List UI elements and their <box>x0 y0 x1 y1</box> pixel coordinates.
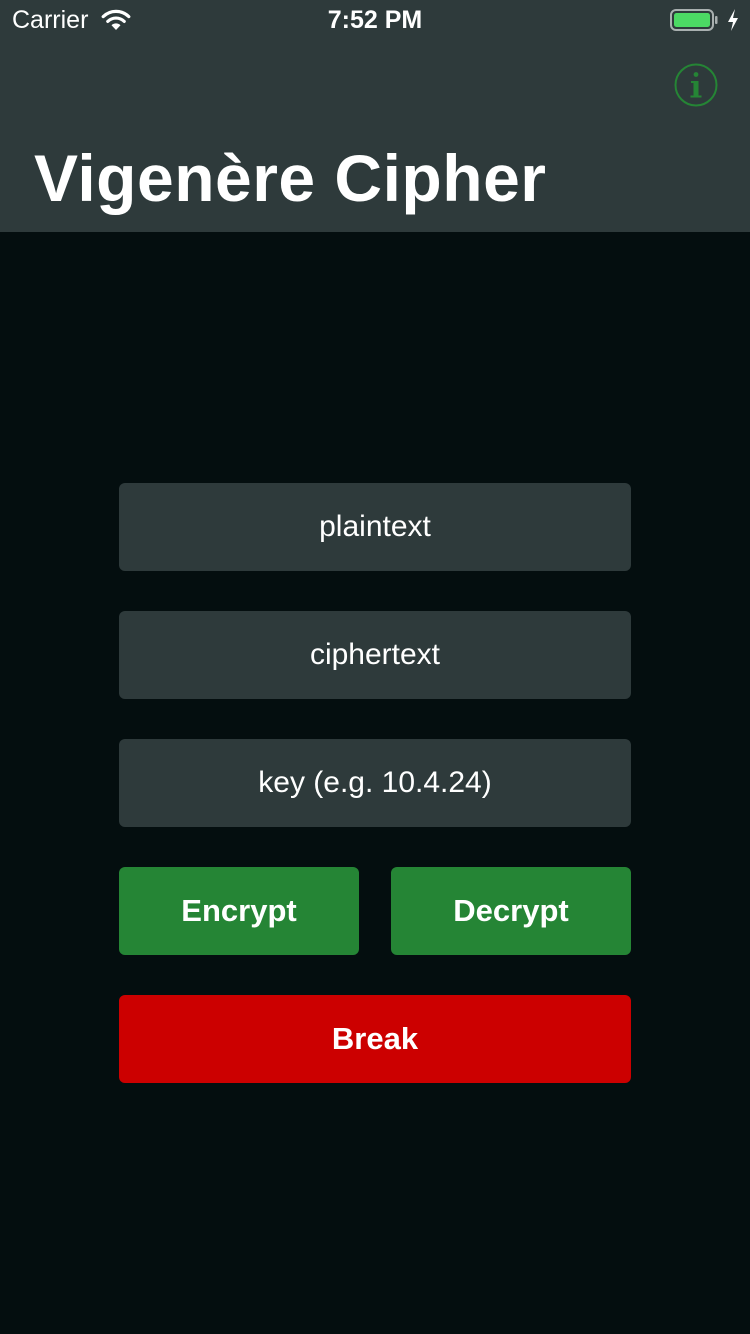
page-title: Vigenère Cipher <box>34 141 547 215</box>
key-field[interactable] <box>119 739 631 827</box>
charging-bolt-icon <box>728 9 738 31</box>
ciphertext-field[interactable] <box>119 611 631 699</box>
screen: Carrier 7:52 PM Vigenère Cipher plaintex… <box>0 0 750 1334</box>
battery-icon <box>670 9 718 31</box>
plaintext-field[interactable] <box>119 483 631 571</box>
info-icon[interactable] <box>673 62 719 108</box>
break-button[interactable]: Break <box>119 995 631 1083</box>
navigation-bar: Carrier 7:52 PM Vigenère Cipher <box>0 0 750 232</box>
encrypt-button[interactable]: Encrypt <box>119 867 359 955</box>
status-time: 7:52 PM <box>327 6 423 34</box>
decrypt-button[interactable]: Decrypt <box>391 867 631 955</box>
status-bar: Carrier 7:52 PM <box>0 0 750 40</box>
